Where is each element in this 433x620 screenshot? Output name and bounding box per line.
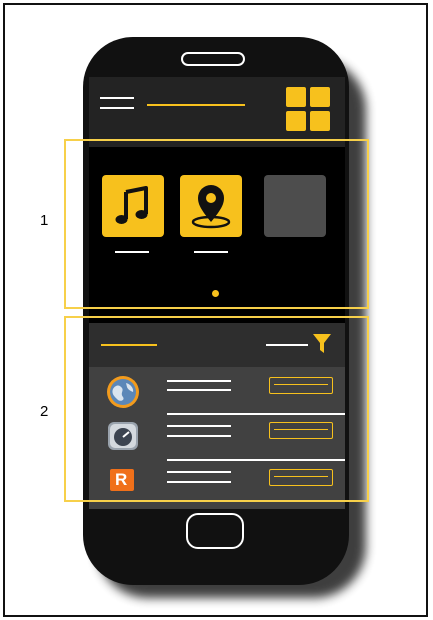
phone-mockup: R bbox=[83, 37, 349, 585]
app-header bbox=[89, 77, 345, 147]
callout-label-1: 1 bbox=[40, 212, 49, 229]
callout-box-1 bbox=[64, 139, 369, 309]
header-title-placeholder bbox=[147, 104, 245, 106]
callout-label-2: 2 bbox=[40, 403, 49, 420]
home-button[interactable] bbox=[186, 513, 244, 549]
hamburger-icon[interactable] bbox=[100, 97, 134, 111]
grid-icon[interactable] bbox=[286, 87, 332, 133]
speaker-slot bbox=[181, 52, 245, 66]
callout-box-2 bbox=[64, 316, 369, 502]
